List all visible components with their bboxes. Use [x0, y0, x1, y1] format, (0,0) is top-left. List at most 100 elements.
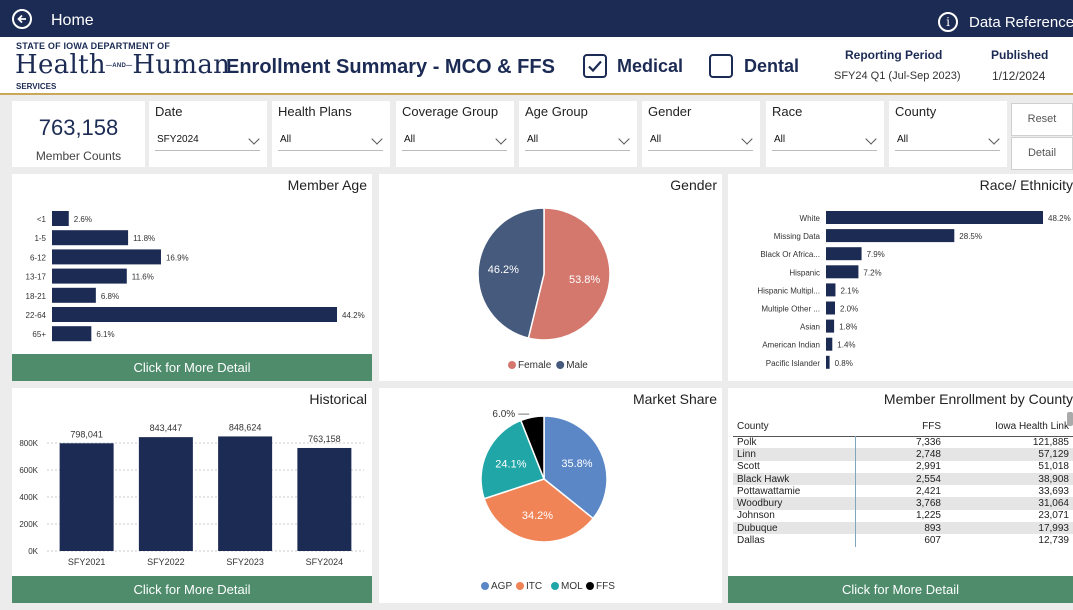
slice-label: 46.2%: [488, 264, 519, 276]
ihl-cell: 51,018: [1038, 461, 1069, 473]
table-row[interactable]: Black Hawk 2,554 38,908: [733, 472, 1073, 486]
historical-detail-button[interactable]: Click for More Detail: [12, 576, 372, 603]
table-row[interactable]: Dallas 607 12,739: [733, 534, 1073, 547]
column-header[interactable]: Iowa Health Link: [945, 418, 1073, 436]
table-row[interactable]: Linn 2,748 57,129: [733, 448, 1073, 461]
legend-label: AGP: [491, 581, 512, 592]
health-plans-dropdown[interactable]: All: [278, 129, 383, 151]
county-detail-button[interactable]: Click for More Detail: [728, 576, 1073, 603]
data-label: 0.8%: [835, 359, 853, 368]
chevron-down-icon: [865, 133, 877, 145]
chart-title: Member Enrollment by County: [883, 391, 1073, 407]
table-row[interactable]: Johnson 1,225 23,071: [733, 509, 1073, 523]
y-tick-label: Asian: [800, 323, 820, 332]
x-tick-label: SFY2023: [226, 557, 264, 567]
age-group-dropdown[interactable]: All: [525, 129, 630, 151]
county-cell: Scott: [733, 460, 856, 473]
county-table-body: Polk 7,336 121,885 Linn 2,748 57,129 Scott 2,99…: [733, 436, 1073, 547]
county-cell: Woodbury: [733, 497, 856, 510]
data-label: 16.9%: [166, 253, 189, 262]
y-tick-label: 18-21: [26, 292, 47, 301]
column-header[interactable]: FFS: [855, 418, 945, 436]
ffs-cell: 607: [924, 535, 941, 547]
bar[interactable]: [52, 230, 129, 246]
data-label: 2.1%: [840, 286, 858, 295]
bar[interactable]: [52, 287, 96, 303]
legend-marker: [586, 582, 594, 590]
legend-label: Male: [566, 360, 588, 371]
bar[interactable]: [826, 301, 836, 315]
data-reference-link[interactable]: Data Reference: [969, 14, 1073, 31]
y-tick-label: 0K: [28, 547, 38, 556]
filter-label: Age Group: [525, 104, 588, 119]
bar[interactable]: [52, 249, 161, 265]
home-link[interactable]: Home: [51, 12, 94, 30]
table-row[interactable]: Dubuque 893 17,993: [733, 522, 1073, 535]
bar[interactable]: [52, 268, 127, 284]
legend-label: FFS: [596, 581, 615, 592]
x-tick-label: SFY2024: [306, 557, 344, 567]
bar[interactable]: [826, 319, 835, 333]
y-tick-label: 200K: [19, 520, 38, 529]
bar[interactable]: [138, 437, 193, 551]
x-tick-label: SFY2022: [147, 557, 185, 567]
table-scrollbar[interactable]: [1067, 412, 1073, 426]
table-header-row: County FFS Iowa Health Link: [733, 418, 1073, 436]
ffs-cell: 2,748: [915, 448, 941, 460]
data-label: 763,158: [308, 434, 341, 444]
filter-age-group: Age Group All: [519, 101, 637, 167]
bar[interactable]: [52, 307, 337, 322]
bar[interactable]: [826, 265, 859, 279]
member-age-detail-button[interactable]: Click for More Detail: [12, 354, 372, 381]
dropdown-value: All: [897, 134, 909, 145]
medical-checkbox[interactable]: [583, 54, 607, 78]
page-title: Enrollment Summary - MCO & FFS: [226, 56, 555, 78]
ffs-cell: 893: [924, 522, 941, 534]
bar[interactable]: [59, 443, 114, 551]
medical-label[interactable]: Medical: [617, 56, 683, 77]
date-dropdown[interactable]: SFY2024: [155, 129, 260, 151]
member-count-label: Member Counts: [35, 149, 122, 163]
dropdown-value: SFY2024: [157, 134, 199, 145]
county-cell: Pottawattamie: [733, 485, 856, 498]
legend-marker: [556, 361, 565, 369]
reset-button[interactable]: Reset: [1011, 103, 1073, 136]
bar[interactable]: [826, 229, 955, 243]
filter-label: Race: [772, 104, 803, 119]
data-label: 848,624: [229, 422, 262, 432]
logo: Health—AND—Human: [15, 50, 230, 80]
bar[interactable]: [52, 211, 69, 226]
detail-button[interactable]: Detail: [1011, 137, 1073, 170]
table-row[interactable]: Scott 2,991 51,018: [733, 460, 1073, 473]
slice-label: 53.8%: [569, 274, 600, 286]
bar[interactable]: [218, 436, 273, 551]
back-arrow-icon[interactable]: [12, 9, 32, 29]
gender-panel: Gender 53.8% 46.2% Female Male: [379, 174, 722, 381]
member-age-chart: <1 2.6% 1-5 11.8% 6-12 16.9% 13-17 11.6% 18-21 6.…: [26, 211, 365, 342]
gender-dropdown[interactable]: All: [648, 129, 753, 151]
race-dropdown[interactable]: All: [772, 129, 877, 151]
bar[interactable]: [826, 337, 833, 351]
bar[interactable]: [826, 355, 830, 369]
ihl-cell: 12,739: [1038, 535, 1069, 547]
info-icon[interactable]: i: [938, 12, 958, 32]
bar[interactable]: [826, 247, 862, 261]
dental-checkbox[interactable]: [709, 54, 733, 78]
filter-row: 763,158 Member Counts Date SFY2024 Healt…: [0, 97, 1073, 170]
coverage-group-dropdown[interactable]: All: [402, 129, 507, 151]
dental-label[interactable]: Dental: [744, 56, 799, 77]
table-row[interactable]: Woodbury 3,768 31,064: [733, 497, 1073, 510]
county-table: County FFS Iowa Health Link Polk 7,336 121…: [733, 418, 1073, 547]
table-row[interactable]: Pottawattamie 2,421 33,693: [733, 485, 1073, 498]
bar[interactable]: [826, 211, 1043, 224]
ihl-cell: 31,064: [1038, 498, 1069, 510]
published-label: Published: [991, 48, 1049, 62]
y-tick-label: Hispanic Multipl...: [757, 286, 820, 295]
table-row[interactable]: Polk 7,336 121,885: [733, 436, 1073, 449]
bar[interactable]: [826, 283, 836, 297]
bar[interactable]: [52, 326, 92, 342]
legend-label: ITC: [526, 581, 542, 592]
county-dropdown[interactable]: All: [895, 129, 1000, 151]
column-header[interactable]: County: [733, 418, 855, 436]
bar[interactable]: [297, 447, 352, 551]
